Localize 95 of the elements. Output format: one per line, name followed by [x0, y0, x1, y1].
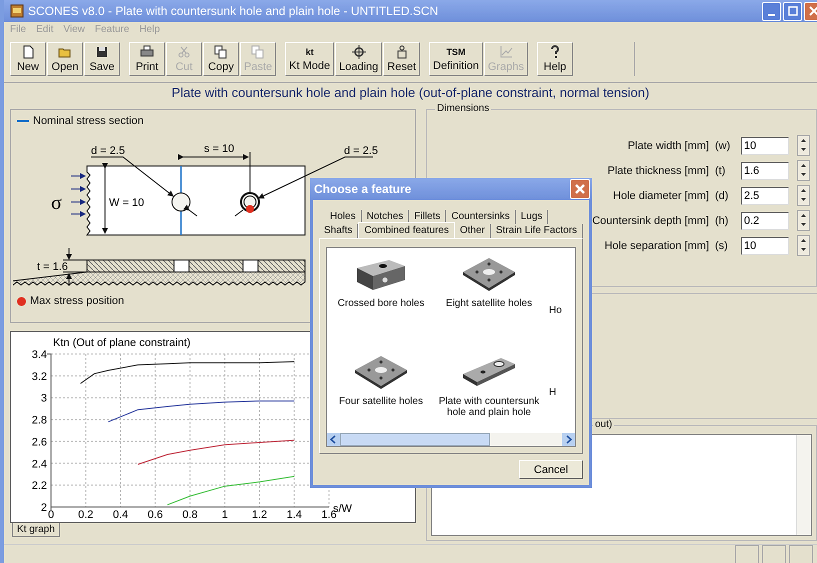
feature-label[interactable]: Plate with countersunk hole and plain hole — [435, 396, 543, 418]
toolbar-button[interactable]: Help — [536, 42, 573, 76]
toolbar-button[interactable]: TSM Definition — [429, 42, 483, 76]
page-heading: Plate with countersunk hole and plain hole (out-of-plane constraint, normal tension) — [170, 84, 650, 102]
number-input[interactable]: 2.5 — [741, 186, 789, 204]
feature-label[interactable]: H — [549, 387, 556, 398]
toolbar-button[interactable]: New — [10, 42, 46, 76]
field-label: Hole diameter [mm] — [613, 190, 709, 202]
spin-buttons[interactable] — [797, 235, 810, 256]
axis-tick-label: 3 — [40, 392, 47, 405]
axis-tick-label: 2.2 — [32, 480, 47, 492]
axis-tick-label: 1.4 — [286, 509, 302, 521]
field-symbol: (w) — [715, 140, 732, 152]
toolbar-button[interactable]: Loading — [335, 42, 382, 76]
graph-tab[interactable]: Kt graph — [12, 523, 60, 537]
section-line-legend-icon — [17, 119, 29, 123]
weight-icon — [394, 45, 409, 59]
number-input[interactable]: 10 — [741, 136, 789, 154]
toolbar-button[interactable]: Reset — [383, 42, 420, 76]
toolbar-icon-text: kt — [306, 46, 314, 58]
field-symbol: (d) — [715, 190, 730, 202]
field-symbol: (h) — [715, 214, 730, 226]
stress-symbol: σ — [51, 192, 62, 214]
toolbar-button[interactable]: Open — [47, 42, 83, 76]
field-symbol: (s) — [715, 240, 729, 252]
app-icon — [10, 4, 24, 18]
minimize-icon — [768, 14, 775, 16]
toolbar-button[interactable]: Save — [84, 42, 120, 76]
feature-label[interactable]: Eight satellite holes — [446, 298, 532, 309]
window-title: SCONES v8.0 - Plate with countersunk hole and plain hole - UNTITLED.SCN — [28, 4, 440, 18]
axis-tick-label: 0 — [48, 509, 54, 521]
axis-title: Ktn (Out of plane constraint) — [53, 337, 191, 349]
number-input[interactable]: 1.6 — [741, 162, 789, 180]
marker-dot-legend-icon — [17, 296, 26, 306]
minimize-button[interactable] — [762, 2, 781, 20]
spin-buttons[interactable] — [797, 160, 810, 181]
dialog-title: Choose a feature — [314, 182, 412, 196]
toolbar-button[interactable]: Print — [129, 42, 165, 76]
close-button[interactable] — [570, 179, 590, 199]
number-input[interactable]: 0.2 — [741, 212, 789, 230]
dimension-label: t = 1.6 — [37, 261, 68, 273]
dimension-label: W = 10 — [109, 197, 144, 209]
copy-icon — [214, 45, 228, 59]
group-title: out) — [593, 419, 614, 430]
toolbar-icon-text: TSM — [446, 46, 466, 58]
axis-tick-label: 0.8 — [182, 509, 198, 521]
group-title: Dimensions — [435, 103, 492, 114]
legend-label: Nominal stress section — [33, 115, 144, 127]
axis-tick-label: 0.2 — [78, 509, 94, 521]
axis-tick-label: 2.4 — [32, 458, 47, 470]
cancel-button[interactable]: Cancel — [519, 460, 583, 479]
page-icon — [21, 45, 35, 59]
axis-tick-label: 0.6 — [148, 509, 163, 521]
close-icon — [574, 183, 586, 195]
axis-tick-label: 2 — [40, 502, 47, 514]
axis-tick-label: 3.2 — [32, 370, 47, 383]
feature-label[interactable]: Crossed bore holes — [338, 298, 424, 309]
feature-label[interactable]: Four satellite holes — [339, 396, 423, 407]
maximize-icon — [788, 6, 798, 16]
spin-buttons[interactable] — [797, 210, 810, 231]
axis-tick-label: 0.4 — [112, 509, 128, 521]
dimension-label: d = 2.5 — [91, 145, 125, 157]
spin-buttons[interactable] — [797, 185, 810, 206]
axis-tick-label: 2.6 — [32, 436, 47, 448]
axis-tick-label: 1.6 — [321, 509, 337, 521]
field-label: Plate width [mm] — [628, 140, 709, 152]
maximize-button[interactable] — [783, 2, 802, 20]
crosshair-icon — [352, 45, 366, 59]
toolbar-button[interactable]: kt Kt Mode — [285, 42, 334, 76]
axis-tick-label: 1.2 — [252, 509, 268, 521]
field-symbol: (t) — [715, 164, 726, 176]
number-input[interactable]: 10 — [741, 236, 789, 254]
feature-tab[interactable]: Strain Life Factors — [490, 224, 584, 238]
close-icon — [808, 6, 817, 16]
field-label: Countersink depth [mm] — [592, 214, 709, 226]
feature-tab[interactable]: Other — [454, 224, 491, 238]
feature-tab[interactable]: Lugs — [516, 210, 548, 224]
toolbar-button[interactable]: Copy — [203, 42, 239, 76]
axis-tick-label: 1 — [222, 509, 228, 521]
horizontal-scrollbar[interactable] — [327, 433, 575, 446]
line-chart-icon — [498, 45, 513, 59]
scissors-icon — [177, 45, 191, 59]
axis-tick-label: 2.8 — [32, 414, 47, 427]
vertical-scrollbar[interactable] — [796, 435, 811, 535]
legend-label: Max stress position — [30, 295, 124, 307]
spin-buttons[interactable] — [797, 135, 810, 156]
printer-icon — [140, 45, 154, 59]
copy-icon — [251, 45, 266, 59]
feature-label[interactable]: Ho — [549, 305, 562, 316]
dimension-label: s = 10 — [204, 143, 234, 155]
axis-tick-label: 3.4 — [32, 349, 47, 361]
dimension-label: d = 2.5 — [344, 145, 378, 157]
field-label: Plate thickness [mm] — [608, 164, 709, 176]
field-label: Hole separation [mm] — [604, 240, 709, 252]
feature-tab[interactable]: Combined features — [358, 222, 455, 238]
